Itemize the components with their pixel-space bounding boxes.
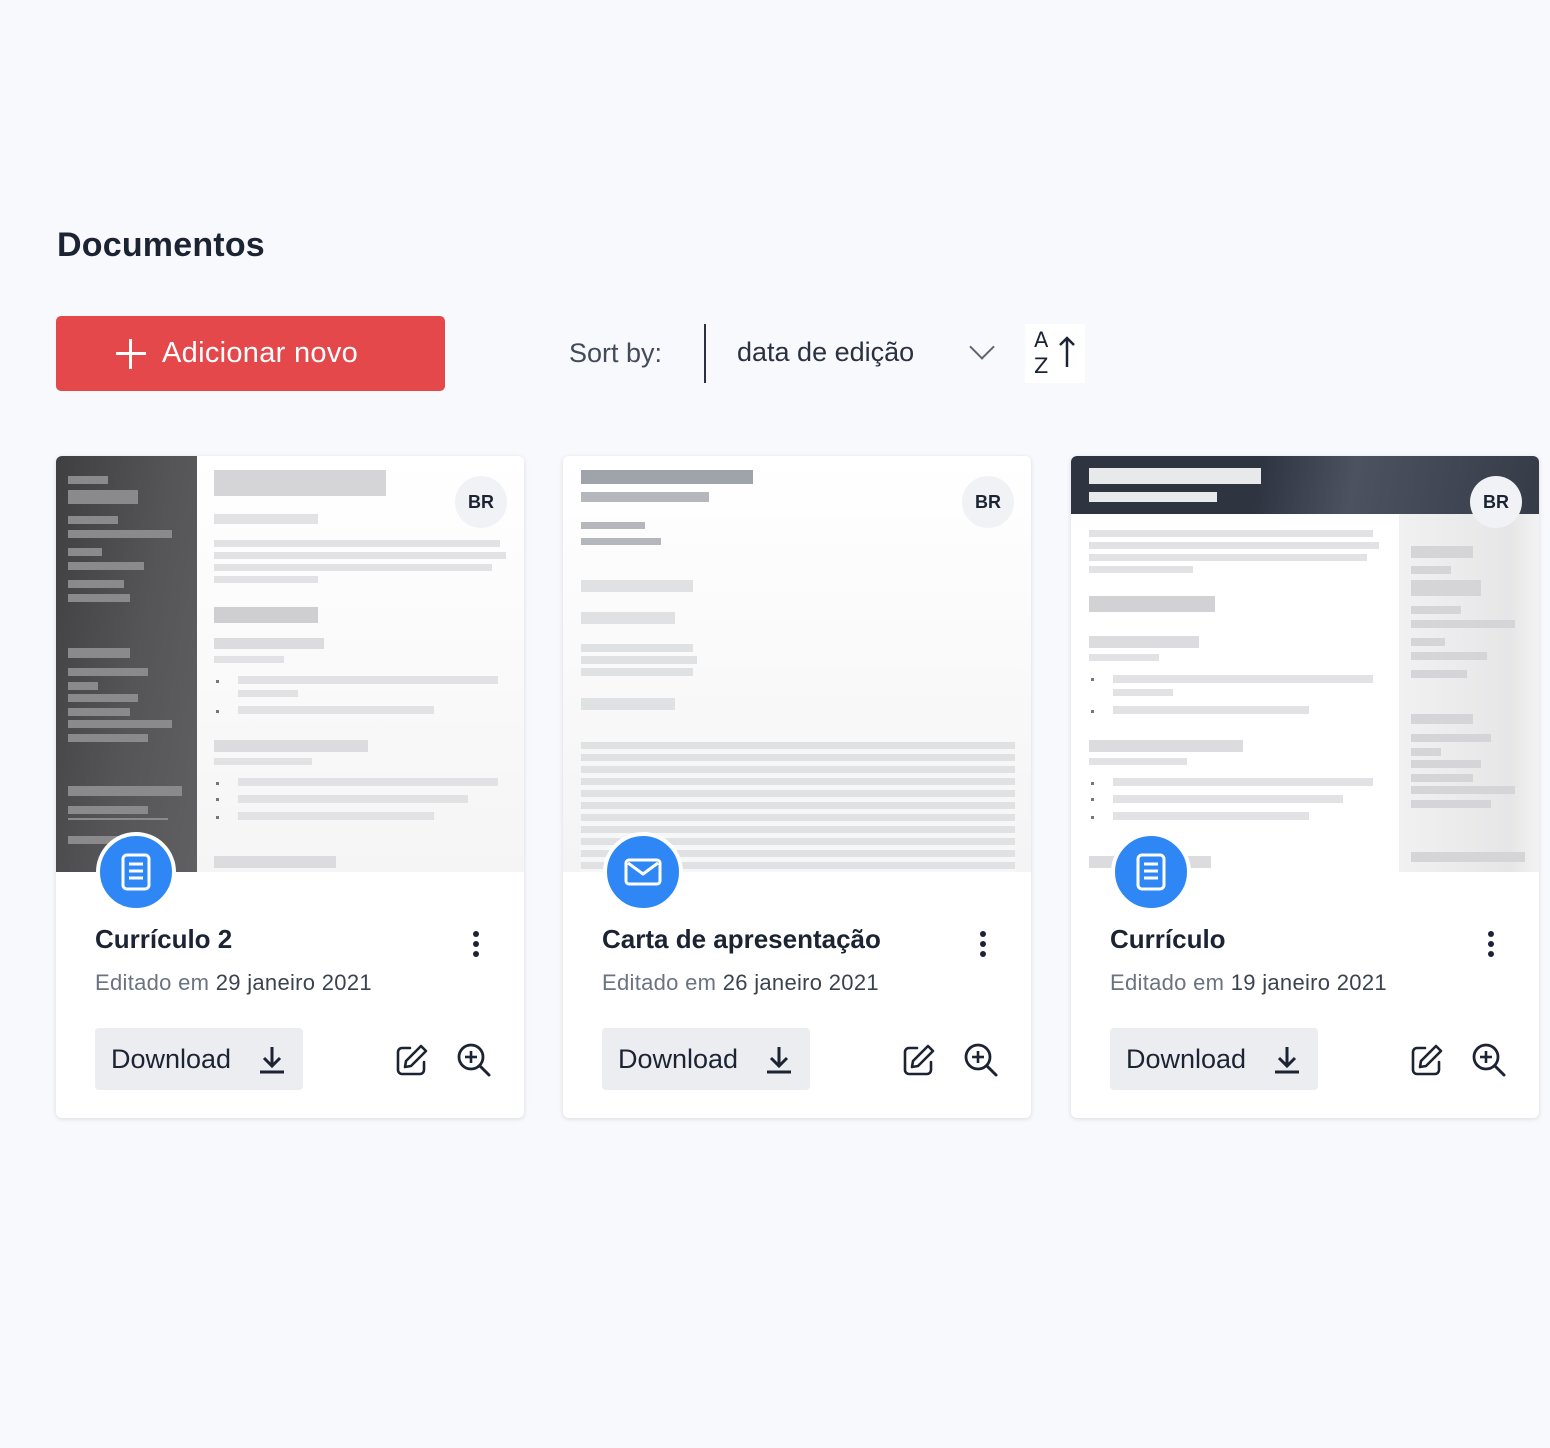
language-badge: BR: [962, 476, 1014, 528]
zoom-in-icon[interactable]: [1471, 1042, 1507, 1078]
more-options-icon[interactable]: [975, 929, 991, 959]
edit-icon[interactable]: [901, 1042, 937, 1078]
download-label: Download: [618, 1043, 739, 1074]
sort-by-label: Sort by:: [569, 338, 663, 368]
more-options-icon[interactable]: [468, 929, 484, 959]
sort-select[interactable]: data de edição: [737, 322, 1005, 382]
sort-dir-z-label: Z: [1034, 354, 1049, 378]
edited-info: Editado em 19 janeiro 2021: [1110, 970, 1387, 996]
document-icon: [1111, 832, 1191, 912]
page-title: Documentos: [57, 226, 265, 264]
document-title[interactable]: Currículo 2: [95, 924, 232, 955]
download-button[interactable]: Download: [602, 1028, 810, 1090]
add-new-button[interactable]: Adicionar novo: [56, 316, 445, 391]
document-card[interactable]: BR Carta de apresentação Editado em 26 j…: [563, 456, 1031, 1118]
zoom-in-icon[interactable]: [963, 1042, 999, 1078]
document-card[interactable]: BR Currículo 2 Editado em 29 janeiro 202…: [56, 456, 524, 1118]
download-button[interactable]: Download: [95, 1028, 303, 1090]
document-icon: [96, 832, 176, 912]
sort-dir-a-label: A: [1034, 328, 1049, 352]
edited-prefix: Editado em: [602, 970, 717, 995]
edited-prefix: Editado em: [1110, 970, 1225, 995]
plus-icon: [116, 339, 146, 369]
edited-date: 19 janeiro 2021: [1230, 970, 1387, 995]
sort-select-value: data de edição: [737, 336, 915, 367]
edited-info: Editado em 26 janeiro 2021: [602, 970, 879, 996]
edited-date: 26 janeiro 2021: [722, 970, 879, 995]
download-icon: [767, 1047, 791, 1074]
language-badge: BR: [1470, 476, 1522, 528]
sort-direction-button[interactable]: A Z: [1025, 324, 1085, 383]
arrow-up-icon: [1059, 336, 1075, 367]
edited-prefix: Editado em: [95, 970, 210, 995]
edited-date: 29 janeiro 2021: [215, 970, 372, 995]
download-icon: [1275, 1047, 1299, 1074]
language-badge: BR: [455, 476, 507, 528]
edit-icon[interactable]: [1409, 1042, 1445, 1078]
download-icon: [260, 1047, 284, 1074]
zoom-in-icon[interactable]: [456, 1042, 492, 1078]
download-button[interactable]: Download: [1110, 1028, 1318, 1090]
add-new-label: Adicionar novo: [162, 337, 359, 369]
more-options-icon[interactable]: [1483, 929, 1499, 959]
envelope-icon: [603, 832, 683, 912]
document-title[interactable]: Carta de apresentação: [602, 924, 881, 955]
download-label: Download: [111, 1043, 232, 1074]
document-title[interactable]: Currículo: [1110, 924, 1226, 955]
document-preview[interactable]: BR: [56, 456, 524, 872]
chevron-down-icon: [969, 334, 995, 360]
document-card[interactable]: BR Currículo Editado em 19 janeiro 2021 …: [1071, 456, 1539, 1118]
sort-divider: [704, 324, 706, 383]
document-preview[interactable]: BR: [1071, 456, 1539, 872]
edit-icon[interactable]: [394, 1042, 430, 1078]
edited-info: Editado em 29 janeiro 2021: [95, 970, 372, 996]
download-label: Download: [1126, 1043, 1247, 1074]
document-preview[interactable]: BR: [563, 456, 1031, 872]
